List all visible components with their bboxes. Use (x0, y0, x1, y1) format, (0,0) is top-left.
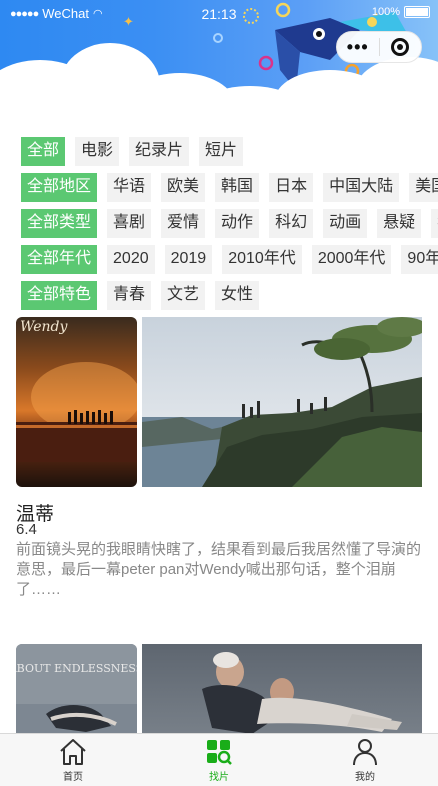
filter-chip-region[interactable]: 中国大陆 (323, 172, 400, 202)
filter-chip-feature[interactable]: 文艺 (161, 280, 206, 310)
filter-chip-category[interactable]: 全部 (21, 136, 66, 166)
movie-still[interactable] (142, 317, 422, 487)
filter-chip-era[interactable]: 2000年代 (311, 244, 392, 274)
header-banner: ✦ ✦ ●●●●● WeChat ◠ 21:13 100% (0, 0, 438, 125)
tab-home-label: 首页 (63, 772, 83, 783)
filter-chip-genre[interactable]: 悬疑 (377, 208, 422, 238)
tab-profile-label: 我的 (355, 772, 375, 783)
filter-chip-era[interactable]: 2019 (164, 244, 213, 274)
close-mini-program-button[interactable] (379, 38, 421, 56)
bottom-tab-bar: 首页 找片 我的 (0, 733, 438, 786)
filter-chip-feature[interactable]: 女性 (215, 280, 260, 310)
movie-poster[interactable]: ABOUT ENDLESSNESS (16, 644, 137, 734)
filter-chip-region[interactable]: 韩国 (215, 172, 260, 202)
status-bar: ●●●●● WeChat ◠ 21:13 100% (0, 0, 438, 28)
tab-find-movie[interactable]: 找片 (146, 734, 292, 786)
filter-chip-region[interactable]: 美国 (409, 172, 438, 202)
movie-still[interactable] (142, 644, 422, 734)
filter-row-feature: 全部特色 青春 文艺 女性 (0, 277, 438, 313)
filter-chip-genre[interactable]: 动画 (323, 208, 368, 238)
movie-poster[interactable]: Wendy (16, 317, 137, 487)
movie-card[interactable]: ABOUT ENDLESSNESS (16, 644, 422, 734)
filter-chip-genre[interactable]: 爱情 (161, 208, 206, 238)
home-icon (60, 739, 86, 765)
status-battery: 100% (372, 6, 430, 18)
filter-chip-era[interactable]: 全部年代 (21, 244, 98, 274)
movie-card[interactable]: Wendy 温蒂 6.4 前面镜头晃的我眼睛快瞎了，结果看到最后我居然懂了导演的… (16, 317, 422, 617)
filter-row-era: 全部年代 2020 2019 2010年代 2000年代 90年代 (0, 241, 438, 277)
filter-row-genre: 全部类型喜剧爱情动作科幻动画悬疑犯罪 (0, 205, 438, 241)
battery-percent: 100% (371, 6, 400, 18)
tab-profile[interactable]: 我的 (292, 734, 438, 786)
movie-poster-image: Wendy (16, 317, 137, 487)
filter-chip-genre[interactable]: 犯罪 (431, 208, 438, 238)
poster-title: Wendy (20, 319, 69, 335)
more-options-icon[interactable]: ••• (337, 38, 379, 56)
filter-chip-region[interactable]: 华语 (107, 172, 152, 202)
filter-chip-category[interactable]: 电影 (75, 136, 120, 166)
mini-program-capsule: ••• (336, 31, 422, 63)
filter-chip-era[interactable]: 2010年代 (222, 244, 302, 274)
tab-find-movie-label: 找片 (209, 772, 229, 783)
filter-chip-era[interactable]: 2020 (107, 244, 155, 274)
movie-poster-image: ABOUT ENDLESSNESS (16, 644, 137, 734)
filter-chip-feature[interactable]: 青春 (107, 280, 152, 310)
filter-chip-genre[interactable]: 喜剧 (107, 208, 152, 238)
filter-panel: 全部电影纪录片短片全部地区华语欧美韩国日本中国大陆美国全部类型喜剧爱情动作科幻动… (0, 133, 438, 313)
filter-chip-region[interactable]: 全部地区 (21, 172, 98, 202)
filter-row-region: 全部地区华语欧美韩国日本中国大陆美国 (0, 169, 438, 205)
filter-chip-category[interactable]: 短片 (199, 136, 244, 166)
close-icon (391, 38, 410, 56)
find-movie-icon (207, 740, 232, 765)
movie-still-image (142, 317, 422, 487)
filter-chip-genre[interactable]: 动作 (215, 208, 260, 238)
poster-title: ABOUT ENDLESSNESS (16, 662, 137, 675)
filter-chip-era[interactable]: 90年代 (401, 244, 438, 274)
movie-still-image (142, 644, 422, 734)
filter-chip-category[interactable]: 纪录片 (129, 136, 190, 166)
filter-chip-region[interactable]: 欧美 (161, 172, 206, 202)
user-icon (353, 739, 377, 766)
tab-home[interactable]: 首页 (0, 734, 146, 786)
filter-chip-region[interactable]: 日本 (269, 172, 314, 202)
filter-chip-genre[interactable]: 科幻 (269, 208, 314, 238)
movie-score: 6.4 (16, 521, 37, 538)
battery-icon (404, 6, 430, 18)
filter-chip-feature[interactable]: 全部特色 (21, 280, 98, 310)
filter-chip-genre[interactable]: 全部类型 (21, 208, 98, 238)
filter-row-category: 全部 电影 纪录片 短片 (0, 133, 438, 169)
movie-review: 前面镜头晃的我眼睛快瞎了，结果看到最后我居然懂了导演的意思，最后一幕peter … (16, 541, 422, 598)
